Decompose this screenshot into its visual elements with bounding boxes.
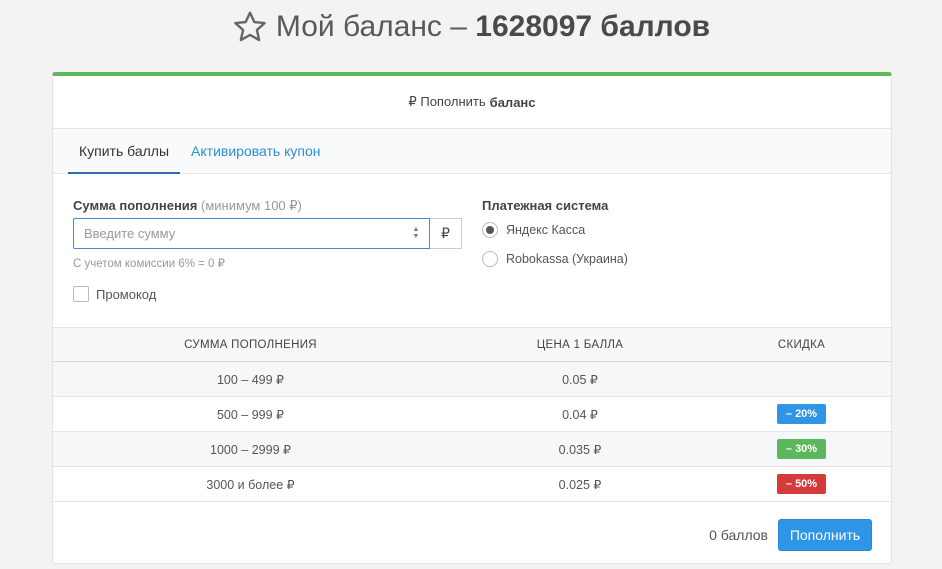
payment-label: Платежная система [482, 198, 609, 213]
table-header-row: СУММА ПОПОЛНЕНИЯ ЦЕНА 1 БАЛЛА СКИДКА [53, 327, 891, 362]
points-total: 0 баллов [709, 527, 768, 543]
title-prefix: Мой баланс – [275, 10, 476, 43]
cell-discount [712, 361, 891, 397]
radio-robokassa[interactable] [482, 251, 498, 267]
card-header-bold: баланс [489, 94, 536, 110]
cell-price: 0.025 ₽ [448, 466, 712, 502]
amount-label-text: Сумма пополнения [73, 198, 198, 213]
cell-amount: 1000 – 2999 ₽ [53, 431, 448, 467]
discount-badge: – 30% [777, 439, 826, 459]
payment-option-robokassa[interactable]: Robokassa (Украина) [482, 251, 628, 267]
amount-label: Сумма пополнения (минимум 100 ₽) [73, 198, 302, 214]
table-row: 500 – 999 ₽0.04 ₽ – 20% [53, 396, 891, 432]
col-header-amount: СУММА ПОПОЛНЕНИЯ [53, 327, 448, 362]
price-table: СУММА ПОПОЛНЕНИЯ ЦЕНА 1 БАЛЛА СКИДКА 100… [53, 327, 891, 502]
card-footer: 0 баллов Пополнить [53, 506, 891, 564]
payment-option-label: Robokassa (Украина) [506, 252, 628, 266]
topup-card: ₽ Пополнить баланс Купить баллы Активиро… [52, 72, 892, 564]
tab-activate-coupon[interactable]: Активировать купон [180, 129, 331, 173]
col-header-discount: СКИДКА [712, 327, 891, 362]
tabs: Купить баллы Активировать купон [53, 129, 891, 174]
balance-value: 1628097 баллов [475, 10, 711, 43]
cell-price: 0.05 ₽ [448, 361, 712, 397]
cell-amount: 100 – 499 ₽ [53, 361, 448, 397]
discount-badge: – 50% [777, 474, 826, 494]
cell-amount: 500 – 999 ₽ [53, 396, 448, 432]
currency-addon: ₽ [430, 218, 462, 249]
cell-discount: – 30% [712, 431, 891, 467]
discount-badge: – 20% [777, 404, 826, 424]
table-row: 1000 – 2999 ₽0.035 ₽ – 30% [53, 431, 891, 467]
page-title: Мой баланс – 1628097 баллов [0, 6, 942, 48]
table-row: 3000 и более ₽0.025 ₽ – 50% [53, 466, 891, 502]
card-header-prefix: ₽ Пополнить [408, 94, 486, 109]
promo-checkbox[interactable] [73, 286, 89, 302]
payment-option-label: Яндекс Касса [506, 223, 586, 237]
topup-submit-button[interactable]: Пополнить [778, 519, 872, 551]
cell-discount: – 50% [712, 466, 891, 502]
commission-text: С учетом комиссии 6% = 0 ₽ [73, 258, 225, 270]
amount-stepper-icon[interactable]: ▲ ▼ [412, 226, 420, 241]
payment-option-yandex[interactable]: Яндекс Касса [482, 222, 585, 238]
amount-hint: (минимум 100 ₽) [201, 198, 302, 213]
cell-amount: 3000 и более ₽ [53, 466, 448, 502]
promo-label: Промокод [96, 286, 157, 302]
tab-buy-points[interactable]: Купить баллы [68, 129, 181, 174]
card-header: ₽ Пополнить баланс [53, 76, 891, 129]
table-row: 100 – 499 ₽0.05 ₽ [53, 361, 891, 397]
amount-input-group: ▲▼ ₽ [73, 218, 462, 249]
col-header-price: ЦЕНА 1 БАЛЛА [448, 327, 712, 362]
radio-yandex[interactable] [482, 222, 498, 238]
topup-form: Сумма пополнения (минимум 100 ₽) ▲▼ ₽ С … [53, 174, 891, 327]
amount-input[interactable] [73, 218, 430, 249]
cell-price: 0.04 ₽ [448, 396, 712, 432]
cell-discount: – 20% [712, 396, 891, 432]
star-outline-icon [234, 11, 266, 42]
cell-price: 0.035 ₽ [448, 431, 712, 467]
promo-checkbox-row[interactable]: Промокод [73, 286, 156, 302]
